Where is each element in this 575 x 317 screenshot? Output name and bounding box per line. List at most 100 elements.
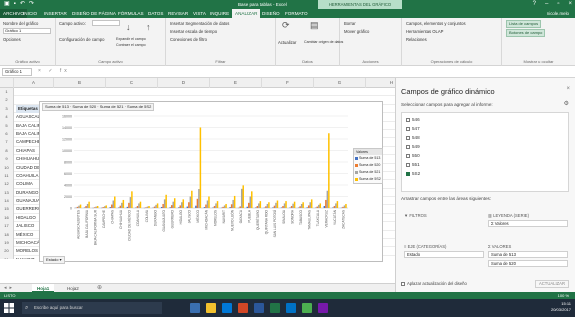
undo-icon[interactable]: ↶	[20, 1, 25, 8]
row-number[interactable]: 12	[0, 180, 14, 189]
taskbar-search[interactable]: ⌕ Escribe aquí para buscar	[22, 302, 162, 314]
chart-bar[interactable]	[242, 185, 244, 208]
chart-bar[interactable]	[198, 189, 200, 208]
chart-bar[interactable]	[181, 202, 183, 208]
row-number[interactable]: 8	[0, 146, 14, 156]
chart-bar[interactable]	[316, 206, 319, 208]
chart-bar[interactable]	[299, 206, 301, 208]
close-icon[interactable]: ×	[568, 0, 572, 8]
drill-down-icon[interactable]: ↓	[126, 22, 131, 32]
chart-bar[interactable]	[280, 207, 283, 208]
chart-bar[interactable]	[109, 207, 112, 208]
axis-zone-item[interactable]: Estado	[404, 251, 484, 258]
chart-bar[interactable]	[126, 206, 129, 208]
chart-bar[interactable]	[189, 196, 192, 209]
field-item[interactable]: 547	[406, 126, 420, 131]
filter-connections-button[interactable]: Conexiones de filtro	[170, 37, 207, 42]
chart-bar[interactable]	[129, 197, 132, 208]
row-number[interactable]: 15	[0, 205, 14, 214]
chart-bar[interactable]	[345, 203, 347, 208]
chart-bar[interactable]	[153, 206, 156, 208]
chart-bar[interactable]	[196, 198, 199, 208]
chart-bar[interactable]	[232, 199, 234, 208]
chart-bar[interactable]	[276, 200, 279, 208]
chart-bar[interactable]	[139, 201, 142, 208]
windows-start-icon[interactable]	[4, 303, 14, 313]
select-all-corner[interactable]	[0, 78, 14, 88]
chart-bar[interactable]	[112, 200, 115, 208]
chart-bar[interactable]	[156, 203, 159, 208]
tab-insert[interactable]: INSERTAR	[44, 9, 67, 18]
change-source-button[interactable]: Cambiar origen de datos	[304, 40, 343, 44]
column-header[interactable]: A	[14, 78, 54, 88]
chart-bar[interactable]	[225, 203, 227, 208]
chart-bar[interactable]	[136, 205, 139, 208]
chart-bar[interactable]	[306, 207, 308, 208]
row-label-cell[interactable]: CHIAPAS	[16, 147, 35, 155]
chart-bar[interactable]	[290, 205, 293, 208]
chart-bar[interactable]	[328, 133, 330, 208]
checkbox[interactable]	[406, 171, 410, 176]
field-item[interactable]: 548	[406, 135, 420, 140]
drill-up-icon[interactable]: ↑	[146, 22, 151, 32]
chart-bar[interactable]	[332, 207, 334, 208]
checkbox[interactable]	[406, 144, 410, 149]
chart-bar[interactable]	[162, 203, 164, 208]
help-icon[interactable]: ?	[533, 0, 536, 8]
chart-bar[interactable]	[121, 202, 123, 208]
row-number[interactable]: 16	[0, 213, 14, 223]
chart-legend[interactable]: Valores Suma de 513 Suma de 520 Suma de …	[353, 148, 383, 184]
row-number[interactable]: 4	[0, 113, 14, 122]
chart-bar[interactable]	[76, 206, 79, 208]
chart-bar[interactable]	[229, 207, 231, 208]
change-source-icon[interactable]: ▤	[310, 20, 319, 31]
row-number[interactable]: 3	[0, 104, 14, 114]
chart-bar[interactable]	[165, 194, 167, 208]
tab-inquire[interactable]: INQUIRE	[210, 9, 229, 18]
confirm-icon[interactable]: ✓	[48, 68, 55, 74]
tab-view[interactable]: VISTA	[193, 9, 206, 18]
field-list-button[interactable]: Lista de campos	[506, 20, 542, 28]
chart-bar[interactable]	[119, 205, 122, 208]
chart-bar[interactable]	[215, 203, 217, 208]
system-tray[interactable]: 15:11 20/03/2017	[551, 301, 571, 313]
chart-bar[interactable]	[173, 198, 176, 208]
active-field-input[interactable]	[92, 20, 120, 26]
chart-bar[interactable]	[95, 206, 97, 208]
chart-bar[interactable]	[205, 204, 207, 208]
field-item[interactable]: 546	[406, 117, 420, 122]
zoom-level[interactable]: 100 %	[558, 292, 569, 299]
values-zone-item[interactable]: Suma de 513	[488, 251, 568, 258]
chart-bar[interactable]	[105, 205, 107, 208]
insert-timeline-button[interactable]: Insertar escala de tiempo	[170, 29, 217, 34]
refresh-button[interactable]: Actualizar	[278, 40, 296, 45]
field-settings-button[interactable]: Configuración de campo	[59, 37, 104, 42]
minimize-icon[interactable]: –	[545, 0, 548, 8]
column-header[interactable]: H	[366, 78, 395, 88]
row-number[interactable]: 7	[0, 138, 14, 147]
move-chart-button[interactable]: Mover gráfico	[344, 29, 369, 34]
expand-field-button[interactable]: Expandir el campo	[116, 37, 146, 41]
chart-bar[interactable]	[102, 207, 104, 208]
cancel-icon[interactable]: ×	[38, 68, 44, 74]
chart-bar[interactable]	[272, 207, 274, 208]
chart-bar[interactable]	[178, 207, 180, 208]
chart-bar[interactable]	[300, 203, 303, 208]
chart-bar[interactable]	[131, 191, 133, 208]
chart-bar[interactable]	[246, 206, 249, 208]
chart-bar[interactable]	[336, 201, 339, 208]
chart-bar[interactable]	[251, 191, 253, 208]
chart-bar[interactable]	[145, 207, 147, 208]
column-header[interactable]: C	[106, 78, 158, 88]
chart-bar[interactable]	[195, 205, 197, 208]
chart-bar[interactable]	[275, 202, 277, 208]
row-number[interactable]: 10	[0, 163, 14, 172]
axis-field-filter-button[interactable]: Estado ▾	[43, 256, 65, 264]
chart-bar[interactable]	[342, 206, 344, 208]
chart-name-input[interactable]: Gráfico 1	[3, 28, 51, 34]
row-number[interactable]: 13	[0, 188, 14, 198]
edge-icon[interactable]	[222, 303, 232, 313]
column-header[interactable]: E	[210, 78, 262, 88]
chart-bar[interactable]	[182, 199, 185, 208]
chart-bar[interactable]	[310, 199, 313, 208]
